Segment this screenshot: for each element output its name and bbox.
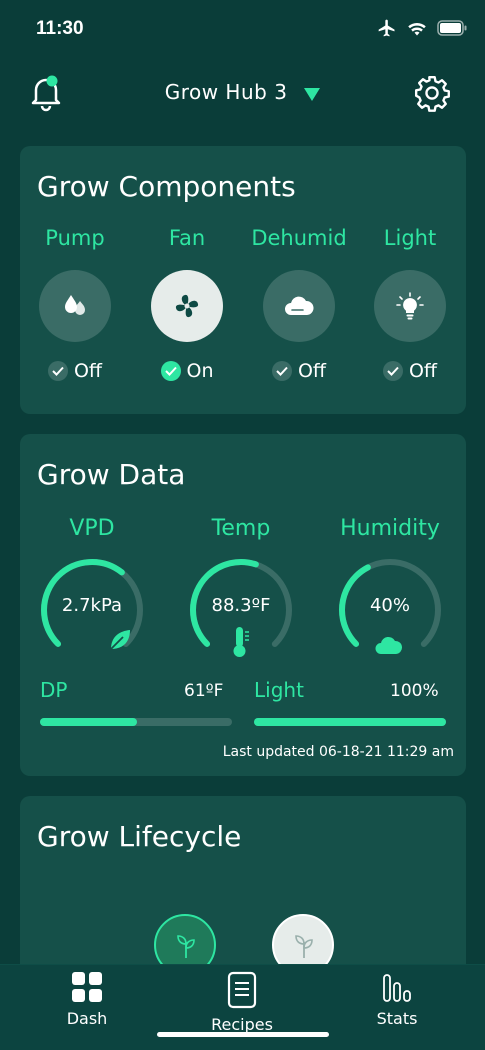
component-state-text: On <box>186 360 214 382</box>
grow-components-card: Grow Components Pump Off Fan On Dehumid … <box>20 146 466 414</box>
component-label: Pump <box>45 226 105 250</box>
vpd-gauge: 2.7kPa <box>37 555 147 665</box>
gauge-label: Humidity <box>340 516 440 541</box>
dp-label: DP <box>40 678 68 702</box>
component-label: Fan <box>168 226 206 250</box>
sprout-icon <box>295 935 313 958</box>
component-state-text: Off <box>73 360 103 382</box>
settings-button[interactable] <box>413 74 451 112</box>
nav-label: Dash <box>66 1009 108 1028</box>
component-label: Light <box>383 226 437 250</box>
component-state-text: Off <box>297 360 327 382</box>
gauge-value: 40% <box>369 595 410 616</box>
card-title: Grow Data <box>37 458 186 491</box>
water-drop-icon <box>65 295 85 315</box>
component-state: On <box>132 360 242 382</box>
grid-icon <box>72 972 102 1002</box>
component-state: Off <box>355 360 465 382</box>
cloud-icon <box>375 636 403 654</box>
gauge-label: VPD <box>69 516 115 541</box>
last-updated: Last updated 06-18-21 11:29 am <box>222 744 454 760</box>
light-label: Light <box>254 678 304 702</box>
document-icon <box>227 971 257 1009</box>
nav-stats[interactable]: Stats <box>342 971 452 1028</box>
wifi-icon <box>408 23 426 36</box>
card-title: Grow Components <box>37 170 296 203</box>
check-icon <box>271 361 292 381</box>
gauge-value: 2.7kPa <box>61 595 123 616</box>
nav-recipes[interactable]: Recipes <box>187 971 297 1034</box>
status-time: 11:30 <box>36 18 84 39</box>
component-state: Off <box>244 360 354 382</box>
dp-bar-fill <box>40 718 137 726</box>
component-pump: Pump Off <box>20 226 130 382</box>
fan-toggle-button[interactable] <box>151 270 223 342</box>
fan-icon <box>175 294 199 318</box>
gear-icon <box>414 75 450 112</box>
nav-dash[interactable]: Dash <box>32 971 142 1028</box>
temp-gauge: 88.3ºF <box>186 555 296 665</box>
leaf-icon <box>110 630 130 650</box>
cloud-icon <box>285 296 314 315</box>
nav-label: Stats <box>376 1009 418 1028</box>
dp-bar <box>40 718 232 726</box>
light-bulb-icon <box>396 292 424 320</box>
component-state: Off <box>20 360 130 382</box>
check-icon <box>160 361 181 381</box>
bar-chart-icon <box>383 974 411 1002</box>
gauge-humidity[interactable]: Humidity 40% <box>320 516 460 665</box>
light-toggle-button[interactable] <box>374 270 446 342</box>
component-label: Dehumid <box>251 226 347 250</box>
caret-down-icon <box>304 82 321 106</box>
pump-toggle-button[interactable] <box>39 270 111 342</box>
component-light: Light Off <box>355 226 465 382</box>
top-bar: Grow Hub 3 <box>0 60 485 126</box>
light-value: 100% <box>390 681 439 701</box>
light-bar <box>254 718 446 726</box>
light-bar-fill <box>254 718 446 726</box>
gauge-label: Temp <box>211 516 271 541</box>
dp-value: 61ºF <box>184 681 224 701</box>
component-state-text: Off <box>408 360 438 382</box>
dehumid-toggle-button[interactable] <box>263 270 335 342</box>
gauge-temp[interactable]: Temp 88.3ºF <box>171 516 311 665</box>
airplane-icon <box>378 19 395 37</box>
card-title: Grow Lifecycle <box>37 820 242 853</box>
component-fan: Fan On <box>132 226 242 382</box>
component-dehumid: Dehumid Off <box>244 226 354 382</box>
gauge-vpd[interactable]: VPD 2.7kPa <box>22 516 162 665</box>
gauge-value: 88.3ºF <box>211 595 271 616</box>
home-indicator <box>157 1032 329 1037</box>
battery-icon <box>437 20 467 36</box>
grow-data-card: Grow Data VPD 2.7kPa Temp 88.3ºF Humidit… <box>20 434 466 776</box>
sprout-icon <box>177 935 195 958</box>
check-icon <box>382 361 403 381</box>
status-icons <box>377 18 467 38</box>
thermometer-icon <box>233 627 249 657</box>
bottom-nav: Dash Recipes Stats <box>0 964 485 1050</box>
status-bar: 11:30 <box>0 0 485 60</box>
check-icon <box>47 361 68 381</box>
humidity-gauge: 40% <box>335 555 445 665</box>
hub-name: Grow Hub 3 <box>164 80 288 104</box>
